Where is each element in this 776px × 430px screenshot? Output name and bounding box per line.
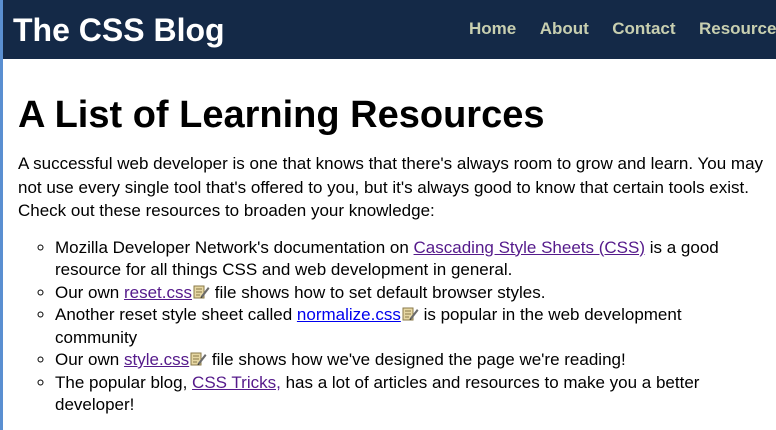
nav-link-contact[interactable]: Contact [612,19,675,38]
nav-item-home: Home [469,19,516,39]
intro-paragraph: A successful web developer is one that k… [18,154,764,220]
mdn-css-link[interactable]: Cascading Style Sheets (CSS) [414,238,646,257]
main-content: A List of Learning Resources A successfu… [18,92,770,417]
nav-link-resources[interactable]: Resources [699,19,776,38]
page-title: A List of Learning Resources [18,94,545,136]
list-item-style-css: Our own style.css file shows how we've d… [55,349,760,372]
resource-list: Mozilla Developer Network's documentatio… [18,237,760,417]
reset-css-link[interactable]: reset.css [124,283,192,302]
list-item-css-tricks: The popular blog, CSS Tricks, has a lot … [55,372,760,417]
site-title: The CSS Blog [13,12,225,48]
style-css-link[interactable]: style.css [124,350,189,369]
file-edit-icon [193,283,210,298]
site-header: The CSS Blog Home About Contact Resource… [3,0,776,59]
nav-link-about[interactable]: About [540,19,589,38]
nav-item-about: About [540,19,589,39]
list-item-text-before: Our own [55,282,124,302]
file-edit-icon [402,305,419,321]
normalize-css-link[interactable]: normalize.css [297,305,401,324]
list-item-text-after: file shows how we've designed the page w… [207,350,626,369]
page-left-border [0,0,3,430]
list-item-mdn: Mozilla Developer Network's documentatio… [55,237,760,282]
list-item-text-before: Another reset style sheet called [55,305,297,324]
nav-item-resources: Resources [699,19,776,39]
nav-link-home[interactable]: Home [469,19,516,38]
main-nav: Home About Contact Resources [469,19,776,39]
list-item-text-before: Our own [55,350,124,369]
file-edit-icon [190,350,207,366]
list-item-normalize-css: Another reset style sheet called normali… [55,304,760,349]
css-tricks-link[interactable]: CSS Tricks, [192,373,281,392]
list-item-text-after: file shows how to set default browser st… [210,282,546,302]
nav-item-contact: Contact [612,19,675,39]
list-item-text-before: The popular blog, [55,372,193,392]
list-item-text-before: Mozilla Developer Network's documentatio… [55,237,414,257]
list-item-reset-css: Our own reset.css file shows how to set … [55,282,760,305]
